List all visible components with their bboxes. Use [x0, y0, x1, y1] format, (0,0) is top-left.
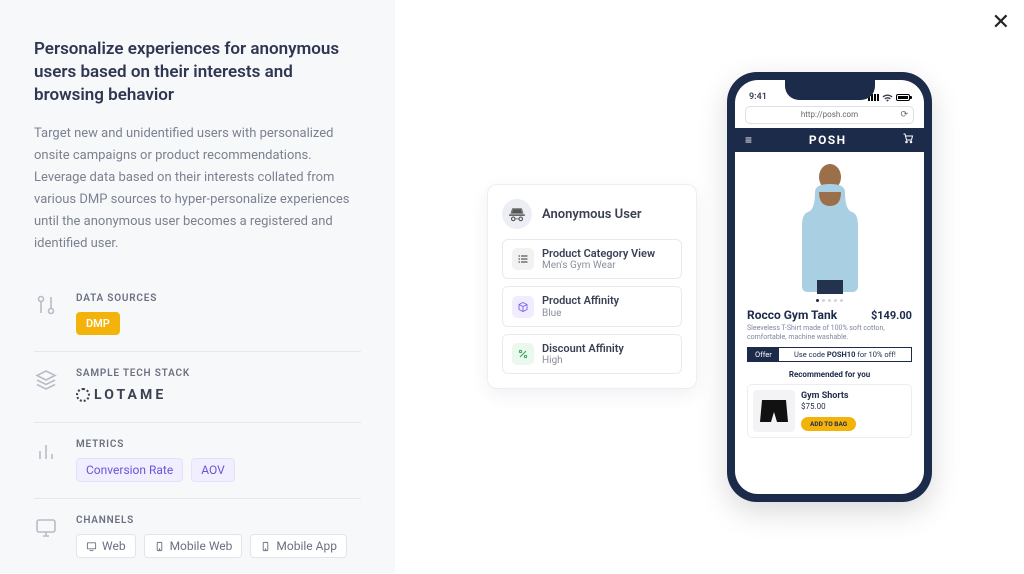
- store-header: ≡ POSH: [735, 128, 924, 152]
- attribute-row: Product Category ViewMen's Gym Wear: [502, 239, 682, 279]
- list-icon: [512, 248, 534, 270]
- product-image: [735, 156, 924, 296]
- status-icons: [868, 94, 910, 102]
- section-channels: CHANNELS Web Mobile Web Mobile App: [34, 499, 361, 574]
- rec-price: $75.00: [801, 402, 906, 411]
- channel-label: Mobile Web: [170, 539, 233, 553]
- status-time: 9:41: [749, 92, 767, 102]
- pill-aov: AOV: [191, 458, 235, 482]
- section-label: DATA SOURCES: [76, 293, 361, 304]
- phone-icon: [260, 541, 271, 552]
- attr-sub: Men's Gym Wear: [542, 260, 655, 271]
- section-label: METRICS: [76, 439, 361, 450]
- data-sources-icon: [34, 293, 58, 317]
- add-to-bag-button: ADD TO BAG: [801, 417, 856, 431]
- rec-thumbnail: [753, 390, 795, 432]
- channel-label: Mobile App: [276, 539, 337, 553]
- refresh-icon: ⟳: [900, 110, 908, 120]
- channel-mobile-web: Mobile Web: [144, 534, 243, 558]
- cube-icon: [512, 296, 534, 318]
- product-hero: [735, 152, 924, 302]
- channel-label: Web: [102, 539, 126, 553]
- phone-mockup: 9:41 http://posh.com ⟳ ≡ POSH: [727, 72, 932, 502]
- monitor-icon: [86, 541, 97, 552]
- product-price: $149.00: [871, 309, 912, 322]
- metrics-icon: [34, 439, 58, 463]
- brand-logo: POSH: [753, 133, 902, 147]
- cart-icon: [902, 132, 914, 147]
- attr-title: Discount Affinity: [542, 342, 624, 355]
- section-metrics: METRICS Conversion Rate AOV: [34, 423, 361, 499]
- attribute-row: Discount AffinityHigh: [502, 334, 682, 374]
- pill-conversion-rate: Conversion Rate: [76, 458, 183, 482]
- info-panel: Personalize experiences for anonymous us…: [0, 0, 395, 573]
- visualization-panel: ✕ Anonymous User Product Category ViewMe…: [395, 0, 1024, 573]
- page-description: Target new and unidentified users with p…: [34, 123, 361, 256]
- pill-dmp: DMP: [76, 312, 120, 335]
- channel-mobile-app: Mobile App: [250, 534, 347, 558]
- card-title: Anonymous User: [542, 207, 642, 222]
- attribute-row: Product AffinityBlue: [502, 286, 682, 326]
- page-heading: Personalize experiences for anonymous us…: [34, 38, 361, 107]
- recommended-heading: Recommended for you: [747, 370, 912, 379]
- lotame-icon: [76, 388, 90, 402]
- battery-icon: [896, 94, 910, 101]
- recommended-card: Gym Shorts $75.00 ADD TO BAG: [747, 384, 912, 438]
- lotame-text: LOTAME: [94, 387, 166, 403]
- channel-web: Web: [76, 534, 136, 558]
- section-data-sources: DATA SOURCES DMP: [34, 277, 361, 352]
- url-bar: http://posh.com ⟳: [745, 106, 914, 124]
- section-label: SAMPLE TECH STACK: [76, 368, 361, 379]
- attr-sub: High: [542, 355, 624, 366]
- incognito-icon: [502, 199, 532, 229]
- percent-icon: [512, 343, 534, 365]
- url-text: http://posh.com: [801, 110, 858, 119]
- attr-title: Product Category View: [542, 247, 655, 260]
- menu-icon: ≡: [745, 133, 753, 147]
- section-label: CHANNELS: [76, 515, 361, 526]
- rec-name: Gym Shorts: [801, 391, 906, 401]
- anonymous-user-card: Anonymous User Product Category ViewMen'…: [487, 184, 697, 389]
- wifi-icon: [882, 94, 893, 102]
- stack-icon: [34, 368, 58, 392]
- tech-logo-lotame: LOTAME: [76, 387, 166, 403]
- offer-text: Use code POSH10 for 10% off!: [779, 348, 911, 361]
- section-tech-stack: SAMPLE TECH STACK LOTAME: [34, 352, 361, 423]
- offer-tag: Offer: [748, 348, 779, 361]
- attr-sub: Blue: [542, 308, 619, 319]
- offer-banner: Offer Use code POSH10 for 10% off!: [747, 347, 912, 362]
- phone-icon: [154, 541, 165, 552]
- product-subtitle: Sleeveless T-Shirt made of 100% soft cot…: [747, 324, 912, 342]
- attr-title: Product Affinity: [542, 294, 619, 307]
- product-name: Rocco Gym Tank: [747, 308, 837, 322]
- channels-icon: [34, 515, 58, 539]
- phone-notch: [785, 80, 875, 100]
